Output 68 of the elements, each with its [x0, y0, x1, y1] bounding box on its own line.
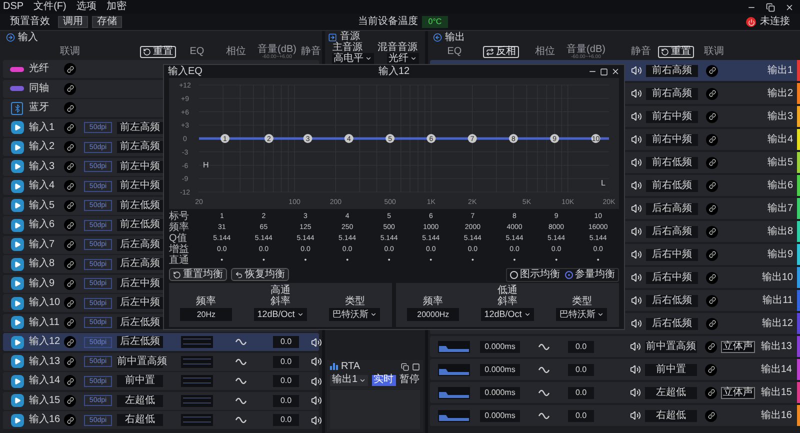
row-label: Q值: [169, 234, 188, 244]
rta-title: RTA: [341, 362, 360, 372]
row-label: 频率: [169, 222, 190, 232]
column-header: 混音音源: [378, 43, 418, 53]
channel-name: 输入2: [29, 142, 56, 152]
column-header: 联调: [59, 47, 81, 57]
channel-name: 输入12: [29, 337, 62, 347]
channel-name: 输入13: [29, 356, 62, 366]
row-label: 增益: [169, 244, 190, 254]
channel-name: 光纤: [29, 64, 50, 74]
channel-name: 输出11: [762, 296, 793, 306]
channel-name: 输出15: [760, 388, 792, 398]
channel-name: 输入3: [29, 162, 56, 172]
column-header: 音量(dB): [566, 44, 606, 54]
dialog-title: 输入EQ: [168, 66, 202, 76]
dialog-channel: 输入12: [378, 66, 410, 76]
channel-name: 输入4: [29, 181, 56, 191]
field-label: 频率: [196, 296, 216, 307]
channel-name: 输出4: [766, 134, 793, 144]
column-header: 联调: [703, 47, 725, 57]
temperature-value: 0°C: [422, 16, 448, 28]
column-header: 音量(dB): [258, 44, 296, 54]
channel-name: 输入6: [29, 220, 56, 230]
channel-name: 输出5: [766, 158, 793, 168]
column-header: 静音: [630, 47, 652, 57]
field-label: 类型: [344, 296, 365, 307]
channel-name: 输出8: [766, 226, 793, 236]
column-header: 静音: [300, 47, 322, 57]
field-label: 斜率: [497, 296, 518, 307]
column-header: 主音源: [332, 43, 362, 53]
channel-name: 同轴: [29, 84, 50, 94]
column-header: 相位: [534, 47, 556, 57]
panel-title: 输出: [445, 32, 465, 42]
channel-name: 输出2: [766, 88, 793, 98]
temperature-label: 当前设备温度: [358, 17, 418, 27]
channel-name: 输出1: [766, 66, 793, 76]
channel-name: 输入7: [29, 240, 56, 250]
channel-name: 输出9: [766, 250, 793, 260]
field-label: 频率: [423, 296, 444, 307]
connection-status: 未连接: [760, 17, 790, 27]
column-header: EQ: [188, 47, 206, 57]
channel-name: 输出7: [766, 204, 793, 214]
preset-label: 预置音效: [10, 17, 50, 27]
channel-name: 输出3: [766, 112, 793, 122]
channel-name: 输入14: [29, 376, 62, 386]
channel-name: 输出16: [760, 410, 792, 420]
channel-name: 输入9: [29, 278, 56, 288]
channel-name: 输入8: [29, 259, 56, 269]
channel-name: 输入10: [29, 298, 62, 308]
panel-title: 音源: [340, 32, 360, 42]
channel-name: 输出12: [760, 318, 793, 328]
channel-name: 输出6: [766, 180, 793, 190]
channel-name: 输出13: [760, 342, 792, 352]
channel-name: 输出10: [760, 272, 793, 282]
channel-name: 输入1: [29, 122, 56, 132]
channel-name: 输入16: [29, 415, 62, 425]
field-label: 类型: [572, 296, 592, 307]
channel-name: 输入11: [29, 318, 60, 328]
channel-name: 输入5: [29, 200, 56, 210]
column-header: 相位: [225, 47, 247, 57]
row-label: 直通: [169, 256, 190, 266]
field-label: 斜率: [270, 296, 290, 307]
panel-title: 输入: [18, 32, 38, 42]
column-header: EQ: [446, 47, 463, 57]
channel-name: 输入15: [29, 396, 62, 406]
channel-name: 输出14: [760, 364, 792, 374]
channel-name: 蓝牙: [29, 103, 50, 113]
filter-title: 低通: [498, 285, 518, 296]
